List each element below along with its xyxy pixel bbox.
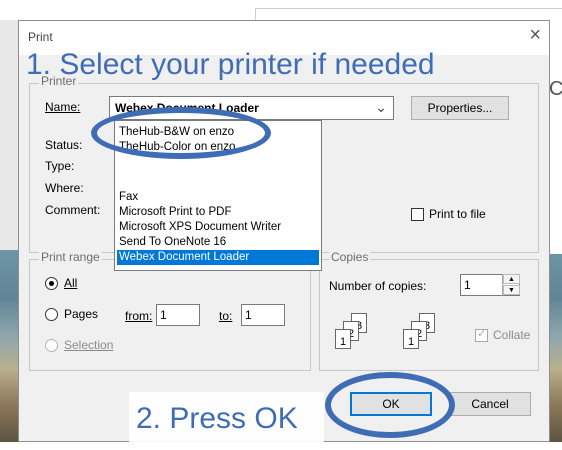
radio-pages-label[interactable]: Pages — [64, 307, 98, 321]
printer-option[interactable]: Fax — [117, 190, 319, 205]
radio-all-label[interactable]: All — [64, 276, 77, 290]
radio-all-label-text: All — [64, 276, 78, 290]
printer-option[interactable]: Microsoft Print to PDF — [117, 205, 319, 220]
collate-checkbox[interactable]: ✓ — [475, 328, 488, 342]
properties-button-label: Properties... — [427, 101, 493, 115]
annotation-step-1: 1. Select your printer if needed — [26, 48, 435, 81]
radio-selection[interactable] — [45, 339, 58, 352]
number-of-copies-label: Number of copies: — [329, 279, 427, 293]
from-input[interactable]: 1 — [156, 304, 200, 326]
radio-all-dot — [49, 281, 54, 286]
collate-page-icon: 1 — [335, 329, 351, 349]
annotation-step-2: 2. Press OK — [136, 402, 298, 435]
copies-spinner[interactable]: ▲ ▼ — [502, 274, 520, 296]
to-label: to: — [219, 309, 232, 323]
comment-label: Comment: — [45, 203, 101, 217]
cancel-button-label: Cancel — [471, 397, 509, 411]
cancel-button[interactable]: Cancel — [449, 392, 531, 416]
spin-up-icon[interactable]: ▲ — [503, 274, 520, 284]
collate-illustration: 3 2 1 3 2 1 — [335, 313, 485, 361]
chevron-down-icon[interactable]: ⌄ — [375, 99, 387, 116]
close-icon[interactable]: × — [529, 24, 541, 47]
collate-page-icon: 1 — [403, 329, 419, 349]
annotation-ellipse-printers — [91, 107, 271, 159]
print-range-legend: Print range — [39, 250, 102, 264]
print-to-file-label[interactable]: Print to file — [429, 207, 486, 221]
radio-all[interactable] — [45, 277, 58, 290]
printer-option-selected[interactable]: Webex Document Loader — [117, 250, 319, 265]
from-label: from: — [125, 309, 152, 323]
checkmark-icon: ✓ — [477, 328, 487, 340]
collate-label[interactable]: Collate — [493, 328, 530, 342]
where-label: Where: — [45, 181, 84, 195]
annotation-ellipse-ok — [325, 372, 455, 438]
to-label-text: to: — [219, 309, 233, 323]
name-label: Name: — [45, 100, 80, 114]
printer-option[interactable]: Microsoft XPS Document Writer — [117, 220, 319, 235]
type-label: Type: — [45, 159, 75, 173]
spin-down-icon[interactable]: ▼ — [503, 285, 520, 295]
radio-selection-label-text: Selection — [64, 338, 114, 352]
status-label: Status: — [45, 138, 83, 152]
to-input[interactable]: 1 — [241, 304, 285, 326]
radio-pages[interactable] — [45, 308, 58, 321]
print-to-file-checkbox[interactable] — [411, 208, 424, 221]
from-label-text: from: — [125, 309, 153, 323]
properties-button[interactable]: Properties... — [411, 96, 509, 120]
dialog-title: Print — [28, 30, 53, 44]
background-text-fragment: C — [549, 78, 562, 100]
radio-selection-label[interactable]: Selection — [64, 338, 113, 352]
print-dialog: Print × Printer Name: Webex Document Loa… — [18, 20, 550, 450]
name-label-text: Name: — [45, 100, 81, 114]
printer-option[interactable]: Send To OneNote 16 — [117, 235, 319, 250]
copies-legend: Copies — [329, 250, 371, 264]
